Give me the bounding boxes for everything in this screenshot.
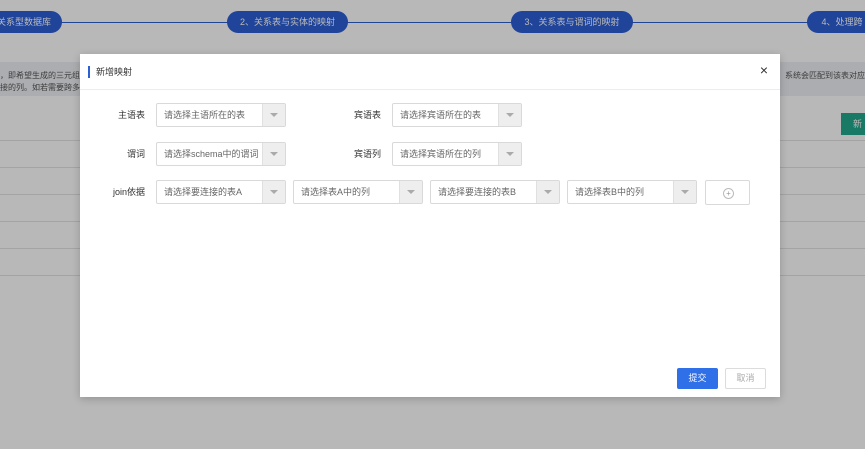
- chevron-down-icon[interactable]: [262, 104, 285, 126]
- add-join-button[interactable]: +: [705, 180, 750, 205]
- close-icon[interactable]: ×: [756, 62, 772, 78]
- object-column-label: 宾语列: [353, 149, 381, 159]
- object-table-label: 宾语表: [353, 110, 381, 120]
- join-table-a-select[interactable]: 请选择要连接的表A: [156, 180, 286, 204]
- join-table-a-placeholder: 请选择要连接的表A: [164, 187, 243, 197]
- predicate-select[interactable]: 请选择schema中的谓词: [156, 142, 286, 166]
- object-column-select[interactable]: 请选择宾语所在的列: [392, 142, 522, 166]
- chevron-down-icon[interactable]: [673, 181, 696, 203]
- object-table-placeholder: 请选择宾语所在的表: [400, 110, 482, 120]
- submit-button[interactable]: 提交: [677, 368, 718, 389]
- cancel-button[interactable]: 取消: [725, 368, 766, 389]
- object-table-select[interactable]: 请选择宾语所在的表: [392, 103, 522, 127]
- chevron-down-icon[interactable]: [262, 181, 285, 203]
- predicate-label: 谓词: [126, 149, 145, 159]
- dialog-header: 新增映射 ×: [80, 54, 780, 90]
- join-column-a-placeholder: 请选择表A中的列: [301, 187, 371, 197]
- add-mapping-dialog: 新增映射 × 主语表 请选择主语所在的表 宾语表 请选择宾语所在的表 谓词 请选…: [80, 54, 780, 397]
- plus-circle-icon: +: [723, 188, 734, 199]
- join-column-a-select[interactable]: 请选择表A中的列: [293, 180, 423, 204]
- join-label: join依据: [112, 187, 145, 197]
- subject-table-label: 主语表: [117, 110, 145, 120]
- join-table-b-placeholder: 请选择要连接的表B: [438, 187, 517, 197]
- subject-table-placeholder: 请选择主语所在的表: [164, 110, 246, 120]
- predicate-placeholder: 请选择schema中的谓词: [164, 149, 259, 159]
- subject-table-select[interactable]: 请选择主语所在的表: [156, 103, 286, 127]
- dialog-title: 新增映射: [88, 66, 132, 78]
- chevron-down-icon[interactable]: [262, 143, 285, 165]
- chevron-down-icon[interactable]: [498, 143, 521, 165]
- join-column-b-placeholder: 请选择表B中的列: [575, 187, 645, 197]
- chevron-down-icon[interactable]: [399, 181, 422, 203]
- chevron-down-icon[interactable]: [498, 104, 521, 126]
- chevron-down-icon[interactable]: [536, 181, 559, 203]
- join-column-b-select[interactable]: 请选择表B中的列: [567, 180, 697, 204]
- object-column-placeholder: 请选择宾语所在的列: [400, 149, 482, 159]
- join-table-b-select[interactable]: 请选择要连接的表B: [430, 180, 560, 204]
